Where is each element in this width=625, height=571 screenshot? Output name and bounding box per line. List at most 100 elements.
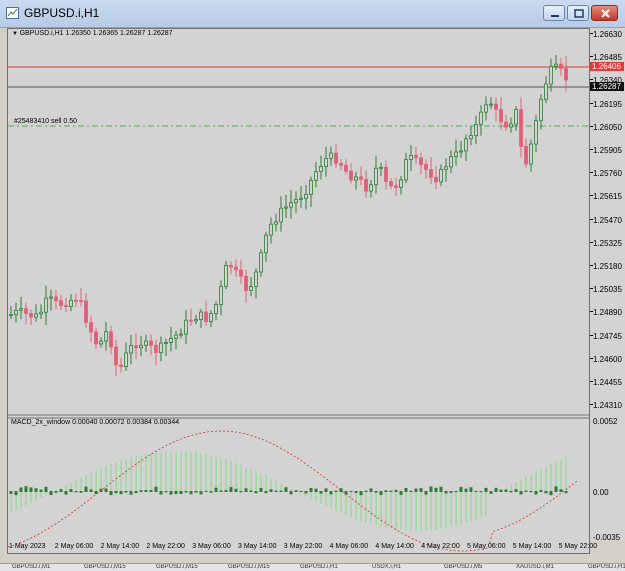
macd-histogram-bar bbox=[426, 491, 427, 531]
price-axis-label: 1.26485 bbox=[593, 53, 622, 62]
candle-body bbox=[100, 341, 103, 344]
chart-tab[interactable]: GBPUSD.i,M15 bbox=[156, 564, 198, 570]
candle-body bbox=[500, 109, 503, 122]
macd-signal-bar bbox=[270, 489, 273, 492]
candle-body bbox=[300, 198, 303, 199]
candle-body bbox=[230, 265, 233, 267]
macd-signal-bar bbox=[140, 490, 143, 492]
time-axis-label: 5 May 22:00 bbox=[559, 543, 598, 550]
macd-signal-bar bbox=[165, 491, 168, 492]
candle-body bbox=[535, 121, 538, 144]
macd-signal-bar bbox=[265, 491, 268, 493]
macd-histogram-bar bbox=[176, 451, 177, 491]
ask-price-tag: 1.26406 bbox=[590, 62, 624, 71]
macd-signal-bar bbox=[105, 489, 108, 492]
candle-body bbox=[30, 314, 33, 318]
minimize-button[interactable] bbox=[543, 5, 565, 21]
macd-histogram-bar bbox=[441, 491, 442, 529]
chart-area[interactable] bbox=[7, 28, 590, 554]
macd-signal-bar bbox=[55, 491, 58, 493]
macd-histogram-bar bbox=[451, 491, 452, 527]
macd-histogram-bar bbox=[76, 480, 77, 491]
macd-histogram-bar bbox=[356, 491, 357, 519]
candle-body bbox=[220, 286, 223, 304]
candle-body bbox=[550, 66, 553, 84]
candle-body bbox=[235, 267, 238, 270]
macd-signal-bar bbox=[255, 491, 258, 493]
macd-signal-bar bbox=[435, 488, 438, 492]
macd-signal-bar bbox=[115, 491, 118, 493]
time-axis-label: 1 May 2023 bbox=[9, 543, 46, 550]
macd-histogram-bar bbox=[171, 451, 172, 491]
chart-tab[interactable]: USDX,i,H1 bbox=[372, 564, 401, 570]
candle-body bbox=[440, 169, 443, 181]
macd-histogram-bar bbox=[521, 480, 522, 491]
macd-signal-bar bbox=[235, 489, 238, 492]
macd-signal-bar bbox=[385, 490, 388, 492]
macd-signal-bar bbox=[180, 491, 183, 494]
close-button[interactable] bbox=[591, 5, 618, 21]
macd-signal-bar bbox=[335, 491, 338, 492]
chart-tab[interactable]: XAUUSD.i,M1 bbox=[516, 564, 554, 570]
candle-body bbox=[350, 171, 353, 180]
title-bar: GBPUSD.i,H1 bbox=[0, 0, 625, 28]
candle-body bbox=[555, 64, 558, 66]
macd-signal-bar bbox=[20, 487, 23, 492]
chart-tab[interactable]: GBPUSD.i,M5 bbox=[444, 564, 482, 570]
chart-tab[interactable]: GBPUSD.i,H1 bbox=[300, 564, 338, 570]
candle-body bbox=[45, 298, 48, 312]
macd-signal-bar bbox=[60, 489, 63, 492]
candle-body bbox=[125, 353, 128, 367]
macd-signal-bar bbox=[525, 491, 528, 492]
price-axis-label: 1.24890 bbox=[593, 308, 622, 317]
candle-body bbox=[90, 322, 93, 331]
time-axis-label: 4 May 14:00 bbox=[375, 543, 414, 550]
macd-signal-bar bbox=[340, 488, 343, 492]
candle-body bbox=[390, 182, 393, 186]
chart-tab[interactable]: GBPUSD.i,M1 bbox=[12, 564, 50, 570]
candle-body bbox=[135, 346, 138, 348]
candle-body bbox=[480, 112, 483, 124]
chart-tab[interactable]: GBPUSD.i,M15 bbox=[84, 564, 126, 570]
macd-histogram-bar bbox=[336, 491, 337, 511]
candle-body bbox=[145, 341, 148, 345]
candle-body bbox=[185, 320, 188, 334]
candle-body bbox=[15, 310, 18, 314]
macd-signal-bar bbox=[400, 491, 403, 495]
macd-histogram-bar bbox=[31, 491, 32, 503]
candlestick-chart[interactable] bbox=[8, 29, 589, 553]
macd-histogram-bar bbox=[161, 452, 162, 491]
macd-signal-bar bbox=[350, 491, 353, 492]
macd-signal-bar bbox=[465, 489, 468, 492]
macd-signal-bar bbox=[150, 490, 153, 492]
macd-signal-bar bbox=[310, 488, 313, 492]
chart-tab[interactable]: GBPUSD.i,M15 bbox=[228, 564, 270, 570]
chart-info-text: GBPUSD.i,H1 1.26350 1.26365 1.26287 1.26… bbox=[20, 30, 173, 37]
candle-body bbox=[85, 301, 88, 323]
macd-signal-bar bbox=[125, 491, 128, 493]
macd-histogram-bar bbox=[146, 454, 147, 491]
candle-body bbox=[515, 110, 518, 124]
candle-body bbox=[35, 314, 38, 317]
candle-body bbox=[460, 151, 463, 152]
macd-histogram-bar bbox=[371, 491, 372, 524]
chart-tab[interactable]: GBPUSD.i,H1 bbox=[588, 564, 625, 570]
macd-signal-bar bbox=[505, 489, 508, 492]
candle-body bbox=[490, 104, 493, 105]
macd-signal-bar bbox=[75, 491, 78, 492]
candle-body bbox=[335, 153, 338, 163]
macd-histogram-bar bbox=[411, 491, 412, 531]
candle-body bbox=[525, 146, 528, 164]
candle-body bbox=[320, 167, 323, 172]
candle-body bbox=[210, 314, 213, 322]
maximize-button[interactable] bbox=[567, 5, 589, 21]
macd-histogram-bar bbox=[21, 491, 22, 508]
candle-body bbox=[540, 99, 543, 120]
macd-signal-bar bbox=[455, 491, 458, 492]
time-axis-label: 2 May 14:00 bbox=[101, 543, 140, 550]
macd-histogram-bar bbox=[241, 465, 242, 491]
macd-signal-bar bbox=[195, 491, 198, 493]
macd-histogram-bar bbox=[416, 491, 417, 531]
macd-histogram-bar bbox=[256, 471, 257, 491]
macd-signal-bar bbox=[380, 491, 383, 495]
